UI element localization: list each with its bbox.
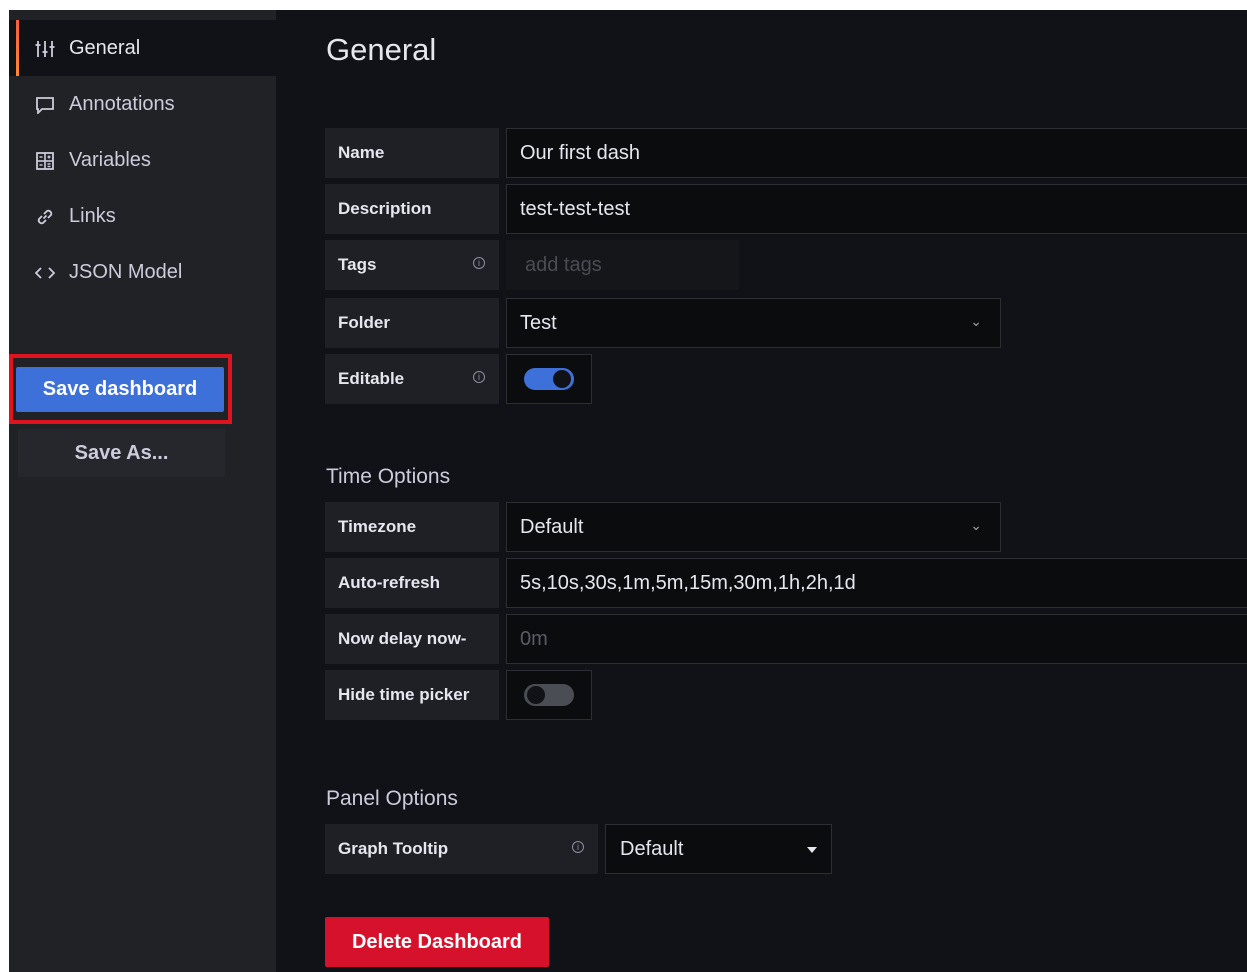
delete-dashboard-button[interactable]: Delete Dashboard <box>325 917 549 967</box>
info-icon[interactable]: i <box>572 841 584 853</box>
hide-time-picker-label-text: Hide time picker <box>338 685 470 704</box>
sliders-icon <box>33 38 57 59</box>
tags-input[interactable]: add tags <box>506 240 739 290</box>
auto-refresh-field[interactable]: 5s,10s,30s,1m,5m,15m,30m,1h,2h,1d <box>506 558 1247 608</box>
chevron-down-icon: ⌄ <box>970 517 982 533</box>
timezone-value: Default <box>520 515 584 538</box>
dashboard-settings-window: General Annotations Variables Links JSON… <box>9 10 1247 972</box>
settings-sidebar: General Annotations Variables Links JSON… <box>9 10 276 972</box>
sidebar-item-label: Annotations <box>69 92 175 115</box>
graph-tooltip-label: Graph Tooltip i <box>325 824 598 874</box>
tags-label: Tags i <box>325 240 499 290</box>
auto-refresh-label-text: Auto-refresh <box>338 573 441 592</box>
hide-time-picker-label: Hide time picker <box>325 670 499 720</box>
name-label-text: Name <box>338 143 385 162</box>
sidebar-item-label: General <box>69 36 141 59</box>
timezone-label: Timezone <box>325 502 499 552</box>
code-icon <box>33 262 57 283</box>
sidebar-item-links[interactable]: Links <box>9 188 276 244</box>
folder-label: Folder <box>325 298 499 348</box>
chevron-down-icon: ⌄ <box>970 313 982 329</box>
save-as-button[interactable]: Save As... <box>18 429 225 477</box>
tags-label-text: Tags <box>338 255 377 274</box>
graph-tooltip-select[interactable]: Default <box>605 824 832 874</box>
folder-select[interactable]: Test ⌄ <box>506 298 1001 348</box>
sidebar-item-general[interactable]: General <box>9 20 276 76</box>
link-icon <box>33 205 57 226</box>
sidebar-item-label: Variables <box>69 148 151 171</box>
now-delay-label: Now delay now- <box>325 614 499 664</box>
hide-time-picker-toggle[interactable] <box>524 684 574 706</box>
toggle-knob <box>527 686 545 704</box>
timezone-select[interactable]: Default ⌄ <box>506 502 1001 552</box>
graph-tooltip-value: Default <box>620 837 684 860</box>
comment-icon <box>33 94 57 115</box>
save-dashboard-button[interactable]: Save dashboard <box>16 367 224 412</box>
sidebar-item-annotations[interactable]: Annotations <box>9 76 276 132</box>
description-label: Description <box>325 184 499 234</box>
editable-toggle-container <box>506 354 592 404</box>
editable-toggle[interactable] <box>524 368 574 390</box>
sidebar-item-variables[interactable]: Variables <box>9 132 276 188</box>
page-title: General <box>326 32 437 67</box>
now-delay-label-text: Now delay now- <box>338 629 467 648</box>
panel-options-title: Panel Options <box>326 787 458 810</box>
now-delay-field[interactable]: 0m <box>506 614 1247 664</box>
name-label: Name <box>325 128 499 178</box>
sidebar-item-label: JSON Model <box>69 260 183 283</box>
folder-value: Test <box>520 311 557 334</box>
graph-tooltip-label-text: Graph Tooltip <box>338 839 449 858</box>
info-icon[interactable]: i <box>473 257 485 269</box>
auto-refresh-label: Auto-refresh <box>325 558 499 608</box>
description-field[interactable]: test-test-test <box>506 184 1247 234</box>
sidebar-item-label: Links <box>69 204 116 227</box>
toggle-knob <box>553 370 571 388</box>
timezone-label-text: Timezone <box>338 517 417 536</box>
sidebar-item-json-model[interactable]: JSON Model <box>9 244 276 300</box>
caret-down-icon <box>807 847 817 853</box>
calculator-icon <box>33 149 57 170</box>
time-options-title: Time Options <box>326 465 451 488</box>
description-label-text: Description <box>338 199 432 218</box>
settings-main: General Name Our first dash Description … <box>276 10 1247 972</box>
info-icon[interactable]: i <box>473 371 485 383</box>
folder-label-text: Folder <box>338 313 390 332</box>
editable-label-text: Editable <box>338 369 405 388</box>
hide-time-picker-toggle-container <box>506 670 592 720</box>
editable-label: Editable i <box>325 354 499 404</box>
name-field[interactable]: Our first dash <box>506 128 1247 178</box>
